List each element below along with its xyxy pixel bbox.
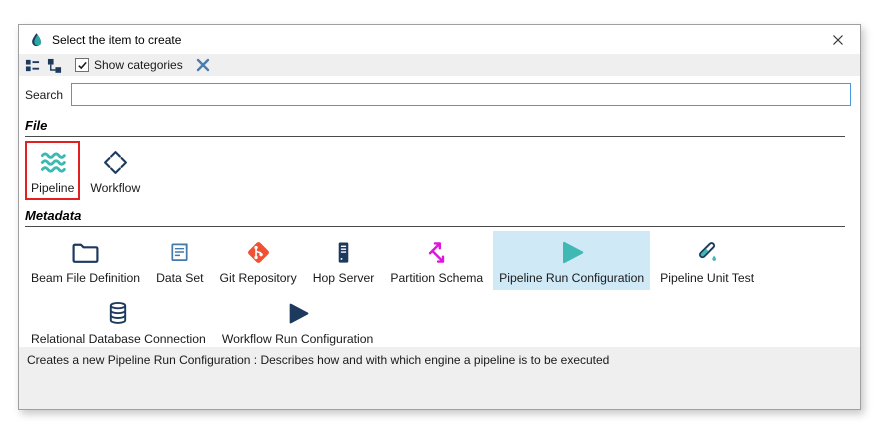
create-item-dialog: Select the item to create [18,24,861,410]
show-categories-checkbox[interactable]: Show categories [75,58,183,72]
status-bar: Creates a new Pipeline Run Configuration… [19,347,860,409]
blue-x-icon[interactable] [196,58,210,72]
item-partition-schema[interactable]: Partition Schema [384,231,489,290]
pipeline-waves-icon [38,145,68,179]
play-teal-icon [557,235,587,269]
item-label: Partition Schema [390,271,483,285]
close-icon[interactable] [826,32,850,48]
search-row: Search [19,76,860,110]
search-input[interactable] [71,83,851,106]
item-pipeline[interactable]: Pipeline [25,141,80,200]
item-pipeline-run-configuration[interactable]: Pipeline Run Configuration [493,231,650,290]
item-label: Workflow [90,181,140,195]
item-label: Pipeline [31,181,74,195]
partition-arrows-icon [425,235,448,269]
checkbox-box[interactable] [75,58,89,72]
status-text: Creates a new Pipeline Run Configuration… [27,353,609,367]
item-label: Pipeline Run Configuration [499,271,644,285]
server-tower-icon [332,235,355,269]
item-label: Git Repository [220,271,297,285]
tree-view-icon[interactable] [47,58,62,73]
item-workflow-run-configuration[interactable]: Workflow Run Configuration [216,292,380,347]
dialog-title: Select the item to create [52,33,181,47]
list-view-icon[interactable] [25,58,40,73]
item-workflow[interactable]: Workflow [84,141,146,200]
metadata-items-row: Beam File Definition Data Set [25,227,860,347]
item-hop-server[interactable]: Hop Server [307,231,381,290]
item-relational-database-connection[interactable]: Relational Database Connection [25,292,212,347]
item-label: Hop Server [313,271,375,285]
hop-drop-icon [29,32,44,47]
play-navy-icon [284,296,312,330]
item-data-set[interactable]: Data Set [150,231,209,290]
file-items-row: Pipeline Workflow [25,137,860,202]
show-categories-label: Show categories [94,58,183,72]
search-label: Search [25,88,63,102]
item-label: Beam File Definition [31,271,140,285]
title-bar: Select the item to create [19,25,860,54]
document-lines-icon [168,235,191,269]
item-git-repository[interactable]: Git Repository [214,231,303,290]
item-label: Pipeline Unit Test [660,271,754,285]
category-header-file: File [25,112,845,137]
item-list: File Pipeline [19,110,860,347]
workflow-diamond-arrows-icon [103,145,128,179]
item-label: Relational Database Connection [31,332,206,346]
git-diamond-icon [245,235,272,269]
item-beam-file-definition[interactable]: Beam File Definition [25,231,146,290]
test-tube-icon [694,235,720,269]
toolbar: Show categories [19,54,860,76]
database-icon [106,296,130,330]
category-header-metadata: Metadata [25,202,845,227]
folder-icon [71,235,100,269]
item-label: Workflow Run Configuration [222,332,374,346]
item-pipeline-unit-test[interactable]: Pipeline Unit Test [654,231,760,290]
item-label: Data Set [156,271,203,285]
